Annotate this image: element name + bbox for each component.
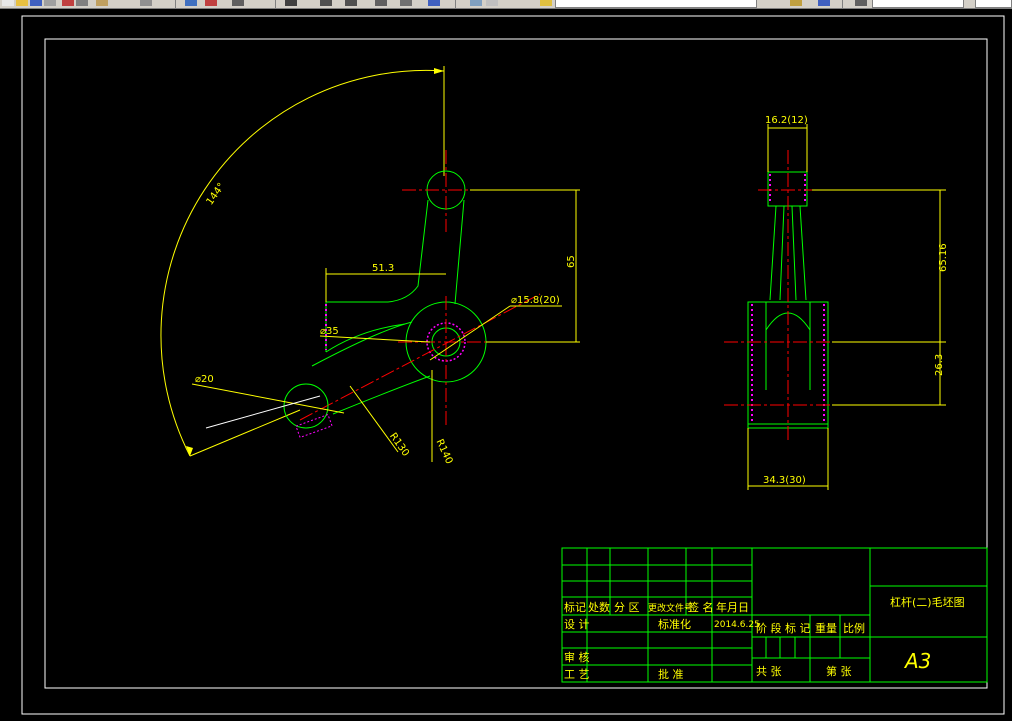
front-view: 144° 51.3 65 ⌀15.8(20) ⌀35 ⌀20 R130 R140 — [160, 66, 580, 466]
drawing-canvas[interactable]: 144° 51.3 65 ⌀15.8(20) ⌀35 ⌀20 R130 R140… — [0, 9, 1012, 717]
dim-radius-outer: R140 — [434, 438, 455, 466]
paste-icon[interactable] — [96, 0, 108, 6]
layer-freeze-icon[interactable] — [486, 0, 498, 6]
rev-header-sign: 签 名 — [688, 600, 714, 614]
sheet-size: A3 — [903, 649, 931, 673]
pan-icon[interactable] — [205, 0, 217, 6]
side-view: 16.2(12) 65.16 26.3 34.3(30) — [724, 115, 949, 490]
review-label: 审 核 — [564, 650, 590, 664]
linetype-dropdown[interactable] — [975, 0, 1012, 8]
total-sheets-label: 共 张 — [756, 665, 782, 678]
color-control-icon[interactable] — [855, 0, 867, 6]
lever-arm — [326, 199, 465, 305]
layer-dropdown[interactable] — [555, 0, 757, 8]
dim-bore: ⌀15.8(20) — [511, 295, 560, 306]
angle-dimension-arc — [160, 69, 445, 457]
dim-boss-dia: ⌀35 — [320, 326, 339, 337]
rev-header-doc: 更改文件号 — [648, 602, 693, 614]
arrow-head — [434, 68, 444, 74]
dim-side-lower: 26.3 — [934, 354, 945, 376]
rev-header-mark: 标记 — [564, 600, 586, 614]
toolbar-separator — [175, 0, 176, 8]
stage-mark-label: 阶 段 标 记 — [756, 621, 811, 635]
dim-height-main: 65 — [566, 255, 577, 268]
toolbar-separator — [275, 0, 276, 8]
copy-icon[interactable] — [76, 0, 88, 6]
title-block-text: 标记 处数 分 区 更改文件号 签 名 年月日 设 计 标准化 2014.6.2… — [564, 595, 965, 681]
cad-toolbar — [0, 0, 1012, 9]
standardize-label: 标准化 — [658, 617, 691, 631]
design-label: 设 计 — [564, 618, 590, 631]
sheet-no-label: 第 张 — [826, 664, 852, 678]
color-icon[interactable] — [375, 0, 387, 6]
rev-header-count: 处数 — [588, 601, 610, 614]
properties-icon[interactable] — [320, 0, 332, 6]
leader-line — [191, 383, 345, 414]
toolbar-separator — [842, 0, 843, 8]
redo-icon[interactable] — [185, 0, 197, 6]
color-dropdown[interactable] — [872, 0, 964, 8]
center-line — [299, 293, 541, 421]
help-icon[interactable] — [428, 0, 440, 6]
scale-label: 比例 — [843, 621, 865, 635]
process-label: 工 艺 — [564, 668, 590, 681]
rev-header-date: 年月日 — [716, 600, 749, 614]
match-properties-icon[interactable] — [790, 0, 802, 6]
open-icon[interactable] — [16, 0, 28, 6]
undo-icon[interactable] — [140, 0, 152, 6]
print-icon[interactable] — [44, 0, 56, 6]
toolbar-separator — [455, 0, 456, 8]
weight-label: 重量 — [815, 621, 837, 635]
new-icon[interactable] — [2, 0, 14, 6]
cut-icon[interactable] — [62, 0, 74, 6]
drawing-frame — [44, 38, 988, 689]
dim-offset-x: 51.3 — [372, 263, 394, 274]
rev-header-zone: 分 区 — [614, 601, 640, 614]
dim-side-bottom-width: 34.3(30) — [763, 475, 806, 486]
part-title: 杠杆(二)毛坯图 — [890, 595, 965, 609]
layer-lock-icon[interactable] — [540, 0, 552, 6]
dim-small-dia: ⌀20 — [195, 374, 214, 385]
dim-radius-inner: R130 — [387, 431, 411, 459]
dim-side-top-width: 16.2(12) — [765, 115, 808, 126]
leader-line — [429, 305, 511, 361]
leader-line — [205, 395, 321, 429]
layer-icon[interactable] — [345, 0, 357, 6]
zoom-window-icon[interactable] — [285, 0, 297, 6]
sheet-border — [21, 15, 1005, 715]
linetype-icon[interactable] — [400, 0, 412, 6]
layer-previous-icon[interactable] — [818, 0, 830, 6]
layer-state-icon[interactable] — [470, 0, 482, 6]
save-icon[interactable] — [30, 0, 42, 6]
design-date: 2014.6.25 — [714, 620, 760, 630]
approve-label: 批 准 — [658, 667, 684, 681]
zoom-icon[interactable] — [232, 0, 244, 6]
dim-side-height: 65.16 — [938, 243, 949, 272]
